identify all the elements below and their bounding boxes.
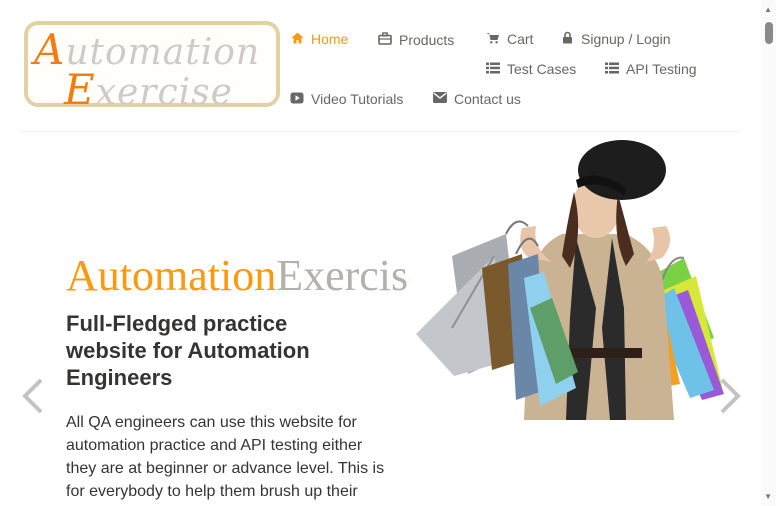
nav-api-testing-label: API Testing — [626, 61, 697, 77]
page-scrollbar[interactable]: ▲ ▼ — [761, 0, 776, 506]
site-logo[interactable]: Automation Exercise — [24, 21, 280, 114]
slider-prev-chevron-left-icon[interactable] — [21, 378, 45, 414]
nav-signup-login[interactable]: Signup / Login — [560, 31, 671, 47]
nav-home[interactable]: Home — [290, 31, 348, 47]
home-icon — [290, 32, 304, 47]
nav-test-cases[interactable]: Test Cases — [486, 61, 576, 77]
nav-products[interactable]: Products — [378, 32, 454, 48]
briefcase-icon — [378, 32, 392, 48]
scroll-down-arrow-icon[interactable]: ▼ — [764, 492, 772, 501]
nav-test-cases-label: Test Cases — [507, 61, 577, 77]
nav-home-label: Home — [311, 31, 349, 47]
slider-next-chevron-right-icon[interactable] — [718, 378, 742, 414]
nav-signup-label: Signup / Login — [581, 31, 671, 47]
nav-products-label: Products — [399, 32, 455, 48]
list-icon — [486, 62, 500, 77]
lock-icon — [560, 31, 574, 47]
youtube-play-icon — [290, 92, 304, 107]
hero-brand: AutomationExercise — [66, 251, 410, 300]
nav-contact-label: Contact us — [454, 91, 521, 107]
hero-description: All QA engineers can use this website fo… — [66, 414, 385, 500]
nav-cart-label: Cart — [507, 31, 534, 47]
logo-line-2: Exercise — [64, 65, 233, 114]
envelope-icon — [433, 92, 447, 106]
nav-contact-us[interactable]: Contact us — [433, 91, 521, 107]
header-divider — [20, 131, 740, 132]
hero-image-shopping-girl — [416, 140, 724, 420]
nav-video-label: Video Tutorials — [311, 91, 404, 107]
list-icon — [605, 62, 619, 77]
scroll-up-arrow-icon[interactable]: ▲ — [764, 5, 772, 14]
cart-icon — [486, 32, 500, 47]
hero-heading: Full-Fledged practice website for Automa… — [66, 311, 310, 390]
nav-video-tutorials[interactable]: Video Tutorials — [290, 91, 403, 107]
nav-cart[interactable]: Cart — [486, 31, 533, 47]
nav-api-testing[interactable]: API Testing — [605, 61, 697, 77]
scrollbar-thumb[interactable] — [765, 22, 773, 44]
